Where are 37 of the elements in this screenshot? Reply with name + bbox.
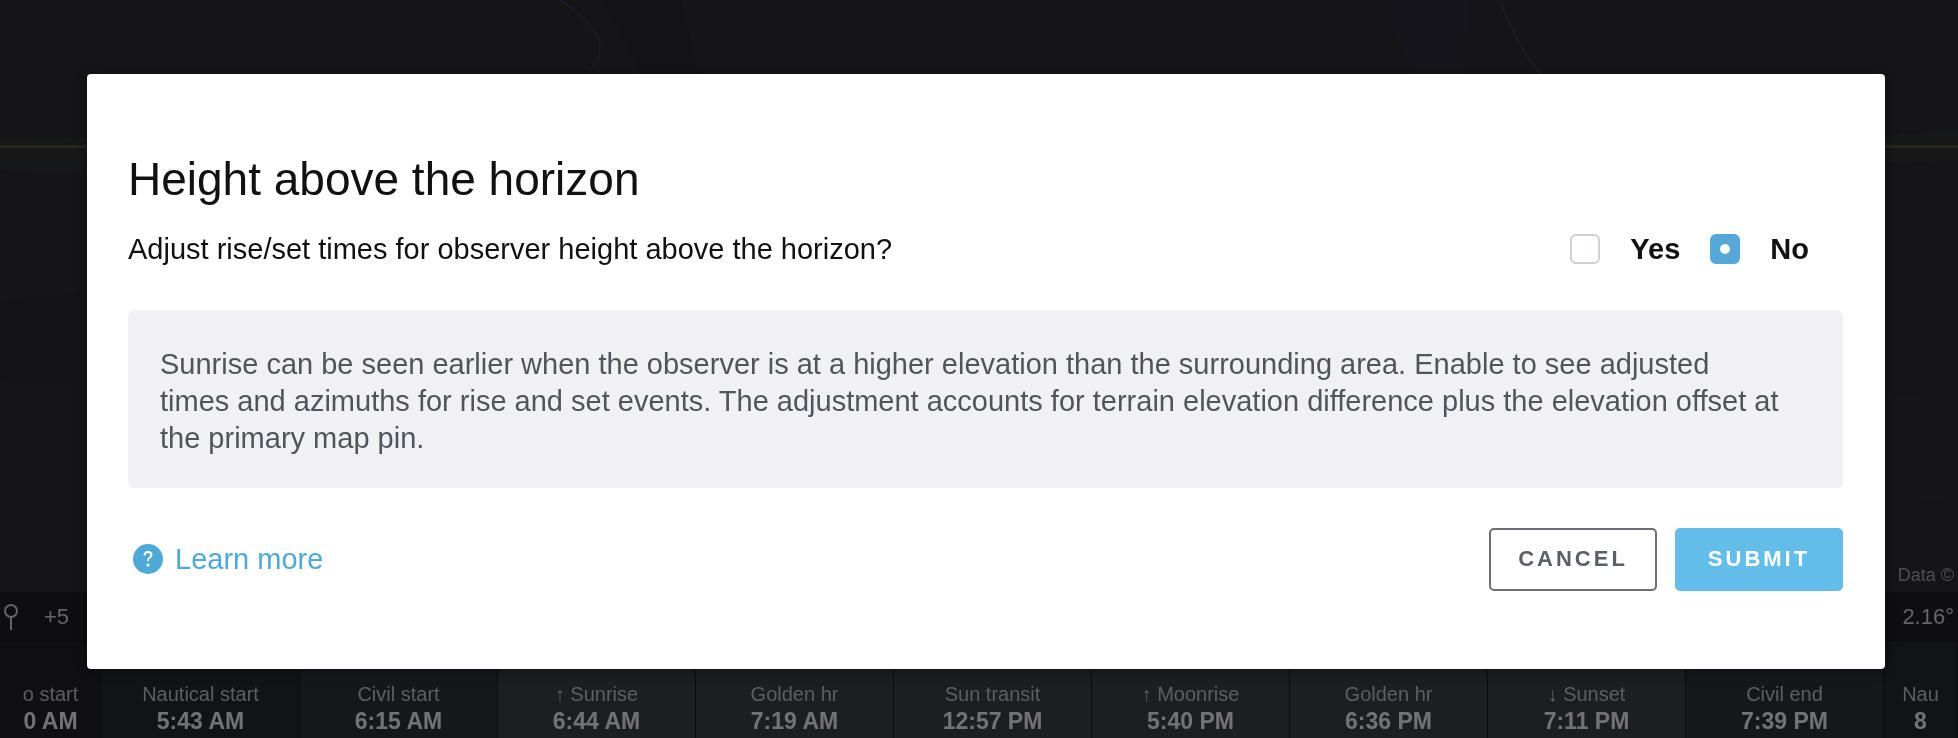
- event-label: Civil start: [357, 683, 440, 706]
- event-time: 0 AM: [23, 708, 78, 735]
- info-text: Sunrise can be seen earlier when the observer is at a higher elevation than the surrounding area. Enable to see adjusted times and azimuths for rise and set events. The adjustment accounts for terrain elevation difference plus the elevation offset at the primary map pin.: [128, 309, 1843, 488]
- event-time: 5:40 PM: [1147, 708, 1234, 735]
- event-time: 6:36 PM: [1345, 708, 1432, 735]
- checkbox[interactable]: [1710, 234, 1741, 265]
- option[interactable]: No: [1710, 232, 1809, 266]
- dialog-title: Height above the horizon: [128, 154, 640, 205]
- event-time: 7:39 PM: [1741, 708, 1828, 735]
- event-label: ↑ Moonrise: [1141, 683, 1240, 706]
- event-label: Golden hr: [750, 683, 839, 706]
- event-label: Golden hr: [1344, 683, 1433, 706]
- event-time: 7:19 AM: [750, 708, 839, 735]
- event-label: o start: [22, 683, 79, 706]
- event-label: ↓ Sunset: [1547, 683, 1626, 706]
- event-time: 5:43 AM: [156, 708, 245, 735]
- event-time: 7:11 PM: [1543, 708, 1630, 735]
- azimuth-value: 2.16°: [1902, 604, 1954, 630]
- help-icon: [133, 544, 163, 575]
- event-time: 8: [1914, 708, 1927, 735]
- event-time: 6:15 AM: [354, 708, 443, 735]
- elevation-offset: +5: [44, 604, 70, 630]
- event-label: Sun transit: [944, 683, 1041, 706]
- event-label: Civil end: [1746, 683, 1823, 706]
- event-label: Nau: [1902, 683, 1939, 706]
- checkbox[interactable]: [1570, 234, 1601, 265]
- submit-button[interactable]: SUBMIT: [1675, 527, 1843, 591]
- map-attribution: Data ©: [1897, 565, 1955, 586]
- event-time: 6:44 AM: [552, 708, 641, 735]
- option[interactable]: Yes: [1570, 232, 1681, 266]
- pin-icon: [4, 604, 18, 630]
- question-text: Adjust rise/set times for observer height above the horizon?: [128, 232, 893, 266]
- learn-more-link[interactable]: Learn more: [128, 542, 324, 576]
- event-label: ↑ Sunrise: [554, 683, 639, 706]
- cancel-button[interactable]: CANCEL: [1489, 527, 1657, 591]
- event-label: Nautical start: [142, 683, 259, 706]
- event-time: 12:57 PM: [942, 708, 1043, 735]
